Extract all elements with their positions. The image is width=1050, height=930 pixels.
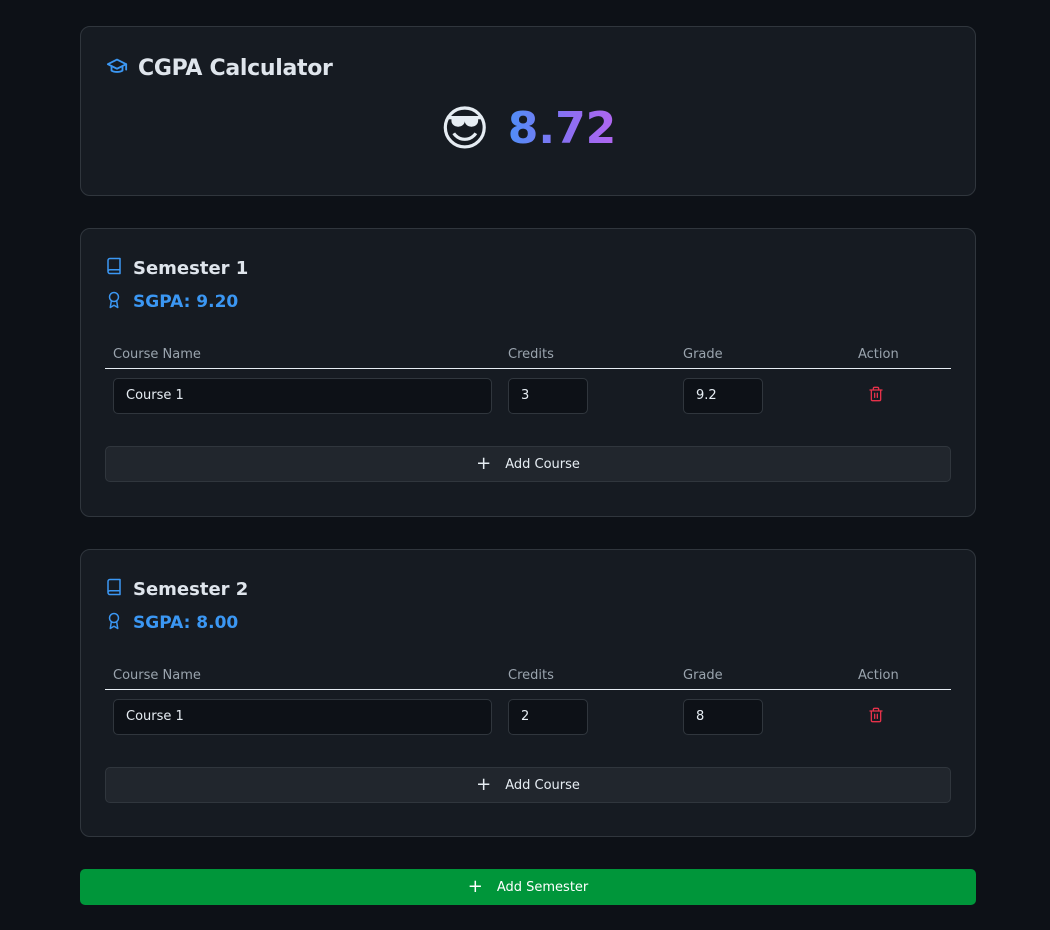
delete-course-button[interactable] — [858, 386, 943, 406]
app-container: CGPA Calculator 😎 8.72 Semester 1 SGPA: … — [80, 26, 976, 905]
add-course-label: Add Course — [505, 456, 580, 472]
add-course-button[interactable]: + Add Course — [105, 767, 951, 803]
plus-icon: + — [476, 774, 492, 795]
semester-card: Semester 2 SGPA: 8.00 Course Name Credit… — [80, 549, 976, 837]
column-action: Action — [858, 668, 899, 683]
award-icon — [105, 290, 123, 314]
add-semester-button[interactable]: + Add Semester — [80, 869, 976, 905]
semester-title-row: Semester 2 — [105, 578, 951, 600]
column-credits: Credits — [508, 668, 554, 683]
sgpa-value: SGPA: 9.20 — [133, 292, 239, 312]
sgpa-row: SGPA: 9.20 — [105, 291, 951, 313]
book-icon — [105, 256, 123, 280]
semester-title: Semester 2 — [133, 578, 249, 600]
semester-title: Semester 1 — [133, 257, 249, 279]
delete-course-button[interactable] — [858, 707, 943, 727]
course-name-input[interactable]: Course 1 — [113, 377, 492, 414]
mood-emoji: 😎 — [439, 101, 490, 157]
sgpa-value: SGPA: 8.00 — [133, 613, 239, 633]
trash-icon — [868, 386, 884, 406]
cgpa-value: 8.72 — [508, 101, 617, 157]
grade-input[interactable]: 9.2 — [683, 377, 763, 414]
credits-input[interactable]: 3 — [508, 377, 588, 414]
cgpa-display: 😎 8.72 — [106, 101, 950, 157]
award-icon — [105, 611, 123, 635]
add-course-label: Add Course — [505, 777, 580, 793]
app-title: CGPA Calculator — [138, 55, 333, 81]
plus-icon: + — [467, 876, 483, 897]
credits-input[interactable]: 2 — [508, 698, 588, 735]
semester-title-row: Semester 1 — [105, 257, 951, 279]
add-semester-label: Add Semester — [496, 879, 589, 895]
course-name-input[interactable]: Course 1 — [113, 698, 492, 735]
semester-card: Semester 1 SGPA: 9.20 Course Name Credit… — [80, 228, 976, 517]
column-course-name: Course Name — [113, 668, 201, 683]
plus-icon: + — [476, 453, 492, 474]
sgpa-row: SGPA: 8.00 — [105, 612, 951, 634]
cgpa-summary-card: CGPA Calculator 😎 8.72 — [80, 26, 976, 196]
table-row: Course 1 3 9.2 — [105, 369, 951, 414]
column-credits: Credits — [508, 347, 554, 362]
grade-input[interactable]: 8 — [683, 698, 763, 735]
add-course-button[interactable]: + Add Course — [105, 446, 951, 482]
column-action: Action — [858, 347, 899, 362]
column-grade: Grade — [683, 668, 723, 683]
column-grade: Grade — [683, 347, 723, 362]
course-table-header: Course Name Credits Grade Action — [105, 662, 951, 690]
course-table-header: Course Name Credits Grade Action — [105, 341, 951, 369]
table-row: Course 1 2 8 — [105, 690, 951, 735]
book-icon — [105, 577, 123, 601]
app-title-row: CGPA Calculator — [106, 51, 950, 85]
graduation-cap-icon — [106, 55, 128, 81]
column-course-name: Course Name — [113, 347, 201, 362]
trash-icon — [868, 707, 884, 727]
